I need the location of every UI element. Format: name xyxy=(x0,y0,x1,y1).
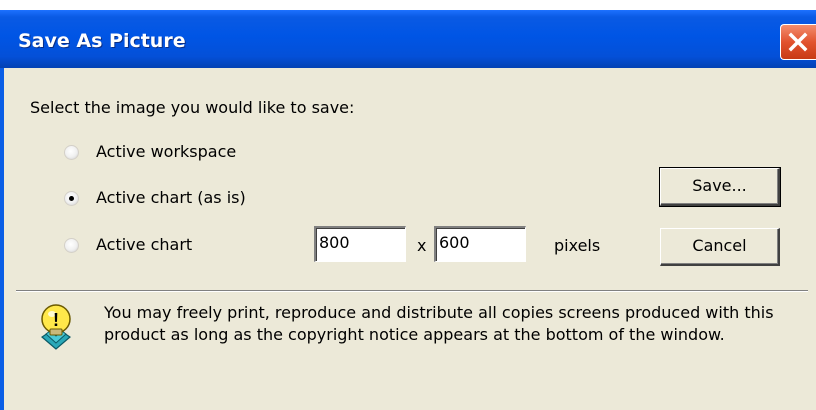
close-button[interactable] xyxy=(780,24,816,60)
radio-active-workspace[interactable] xyxy=(64,145,79,160)
width-input[interactable]: 800 xyxy=(314,226,406,262)
svg-text:!: ! xyxy=(53,310,59,330)
divider-highlight xyxy=(16,291,808,292)
dialog-title: Save As Picture xyxy=(18,30,186,52)
size-separator: x xyxy=(417,236,427,255)
cancel-button[interactable]: Cancel xyxy=(660,228,780,266)
radio-label-active-chart-as-is[interactable]: Active chart (as is) xyxy=(96,188,246,207)
radio-active-chart-custom[interactable] xyxy=(64,238,79,253)
height-input[interactable]: 600 xyxy=(434,226,526,262)
select-image-prompt: Select the image you would like to save: xyxy=(30,98,355,117)
radio-active-chart-as-is[interactable] xyxy=(64,191,79,206)
copyright-notice: You may freely print, reproduce and dist… xyxy=(104,303,774,344)
radio-selected-dot xyxy=(69,196,74,201)
radio-label-active-workspace[interactable]: Active workspace xyxy=(96,142,236,161)
close-icon xyxy=(788,32,808,52)
save-button[interactable]: Save... xyxy=(659,167,781,207)
radio-label-active-chart-custom[interactable]: Active chart xyxy=(96,235,192,254)
info-bulb-icon: ! xyxy=(41,304,71,350)
pixels-label: pixels xyxy=(554,236,601,255)
save-as-picture-dialog: Save As Picture Select the image you wou… xyxy=(0,10,816,410)
title-bar[interactable]: Save As Picture xyxy=(0,10,816,68)
